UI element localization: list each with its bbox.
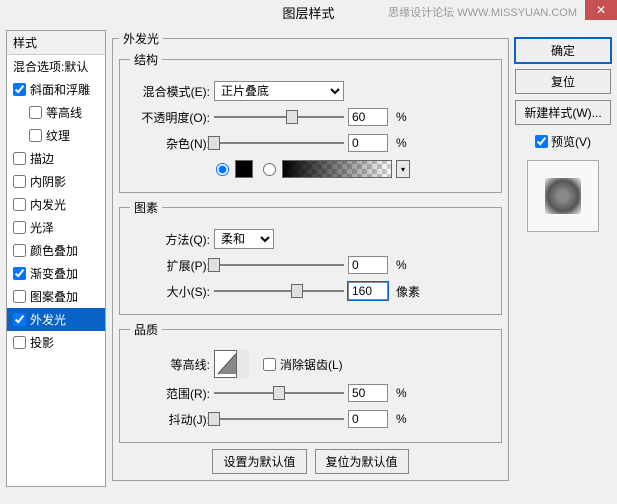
style-item-label: 描边	[30, 150, 54, 167]
noise-input[interactable]	[348, 134, 388, 152]
spread-input[interactable]	[348, 256, 388, 274]
reset-default-button[interactable]: 复位为默认值	[315, 449, 409, 474]
jitter-input[interactable]	[348, 410, 388, 428]
style-checkbox[interactable]	[13, 244, 26, 257]
style-item-label: 渐变叠加	[30, 265, 78, 282]
style-checkbox[interactable]	[13, 175, 26, 188]
style-checkbox[interactable]	[29, 106, 42, 119]
opacity-slider[interactable]	[214, 109, 344, 125]
quality-legend: 品质	[130, 321, 162, 338]
size-label: 大小(S):	[130, 283, 210, 300]
dialog-title: 图层样式	[282, 3, 334, 22]
spread-label: 扩展(P):	[130, 257, 210, 274]
gradient-radio[interactable]	[263, 163, 276, 176]
style-item-label: 内阴影	[30, 173, 66, 190]
style-checkbox[interactable]	[13, 152, 26, 165]
style-item-6[interactable]: 光泽	[7, 216, 105, 239]
range-unit: %	[396, 386, 407, 400]
preview-box	[527, 160, 599, 232]
close-button[interactable]: ✕	[585, 0, 617, 20]
blend-mode-label: 混合模式(E):	[130, 83, 210, 100]
method-select[interactable]: 柔和	[214, 229, 274, 249]
range-slider[interactable]	[214, 385, 344, 401]
watermark-text: 思缘设计论坛 WWW.MISSYUAN.COM	[388, 4, 577, 20]
style-item-10[interactable]: 外发光	[7, 308, 105, 331]
style-item-label: 等高线	[46, 104, 82, 121]
style-item-label: 斜面和浮雕	[30, 81, 90, 98]
style-item-0[interactable]: 斜面和浮雕	[7, 78, 105, 101]
style-checkbox[interactable]	[13, 267, 26, 280]
size-slider[interactable]	[214, 283, 344, 299]
new-style-button[interactable]: 新建样式(W)...	[515, 100, 611, 125]
make-default-button[interactable]: 设置为默认值	[212, 449, 306, 474]
style-item-label: 内发光	[30, 196, 66, 213]
style-item-label: 外发光	[30, 311, 66, 328]
spread-slider[interactable]	[214, 257, 344, 273]
noise-unit: %	[396, 136, 407, 150]
color-radio[interactable]	[216, 163, 229, 176]
elements-legend: 图素	[130, 199, 162, 216]
antialias-checkbox[interactable]	[263, 358, 276, 371]
antialias-label: 消除锯齿(L)	[280, 356, 343, 373]
size-unit: 像素	[396, 283, 420, 300]
style-item-1[interactable]: 等高线	[7, 101, 105, 124]
structure-legend: 结构	[130, 51, 162, 68]
style-item-8[interactable]: 渐变叠加	[7, 262, 105, 285]
style-item-label: 纹理	[46, 127, 70, 144]
style-checkbox[interactable]	[13, 221, 26, 234]
jitter-label: 抖动(J):	[130, 411, 210, 428]
method-label: 方法(Q):	[130, 231, 210, 248]
contour-picker[interactable]	[214, 350, 249, 378]
structure-fieldset: 结构 混合模式(E): 正片叠底 不透明度(O): % 杂色(N): %	[119, 51, 502, 193]
style-item-4[interactable]: 内阴影	[7, 170, 105, 193]
range-input[interactable]	[348, 384, 388, 402]
opacity-unit: %	[396, 110, 407, 124]
blend-options-item[interactable]: 混合选项:默认	[7, 55, 105, 78]
ok-button[interactable]: 确定	[515, 38, 611, 63]
style-checkbox[interactable]	[13, 83, 26, 96]
style-item-11[interactable]: 投影	[7, 331, 105, 354]
jitter-unit: %	[396, 412, 407, 426]
styles-header: 样式	[7, 31, 105, 55]
style-item-3[interactable]: 描边	[7, 147, 105, 170]
style-item-label: 光泽	[30, 219, 54, 236]
style-item-label: 投影	[30, 334, 54, 351]
jitter-slider[interactable]	[214, 411, 344, 427]
preview-label: 预览(V)	[551, 133, 591, 150]
style-item-7[interactable]: 颜色叠加	[7, 239, 105, 262]
size-input[interactable]	[348, 282, 388, 300]
style-item-label: 图案叠加	[30, 288, 78, 305]
style-checkbox[interactable]	[13, 290, 26, 303]
preview-thumb	[545, 178, 581, 214]
gradient-preview[interactable]	[282, 160, 392, 178]
quality-fieldset: 品质 等高线: 消除锯齿(L) 范围(R): % 抖动(J):	[119, 321, 502, 443]
color-swatch[interactable]	[235, 160, 253, 178]
noise-label: 杂色(N):	[130, 135, 210, 152]
style-checkbox[interactable]	[29, 129, 42, 142]
style-item-9[interactable]: 图案叠加	[7, 285, 105, 308]
contour-label: 等高线:	[130, 356, 210, 373]
styles-list: 样式 混合选项:默认 斜面和浮雕等高线纹理描边内阴影内发光光泽颜色叠加渐变叠加图…	[6, 30, 106, 487]
opacity-label: 不透明度(O):	[130, 109, 210, 126]
preview-checkbox[interactable]	[535, 135, 548, 148]
range-label: 范围(R):	[130, 385, 210, 402]
cancel-button[interactable]: 复位	[515, 69, 611, 94]
spread-unit: %	[396, 258, 407, 272]
outer-glow-fieldset: 外发光 结构 混合模式(E): 正片叠底 不透明度(O): % 杂色(N):	[112, 30, 509, 481]
style-checkbox[interactable]	[13, 198, 26, 211]
opacity-input[interactable]	[348, 108, 388, 126]
style-item-label: 颜色叠加	[30, 242, 78, 259]
elements-fieldset: 图素 方法(Q): 柔和 扩展(P): % 大小(S): 像素	[119, 199, 502, 315]
outer-glow-legend: 外发光	[119, 30, 163, 47]
style-item-2[interactable]: 纹理	[7, 124, 105, 147]
blend-mode-select[interactable]: 正片叠底	[214, 81, 344, 101]
style-item-5[interactable]: 内发光	[7, 193, 105, 216]
gradient-dropdown[interactable]: ▾	[396, 160, 410, 178]
style-checkbox[interactable]	[13, 336, 26, 349]
style-checkbox[interactable]	[13, 313, 26, 326]
noise-slider[interactable]	[214, 135, 344, 151]
